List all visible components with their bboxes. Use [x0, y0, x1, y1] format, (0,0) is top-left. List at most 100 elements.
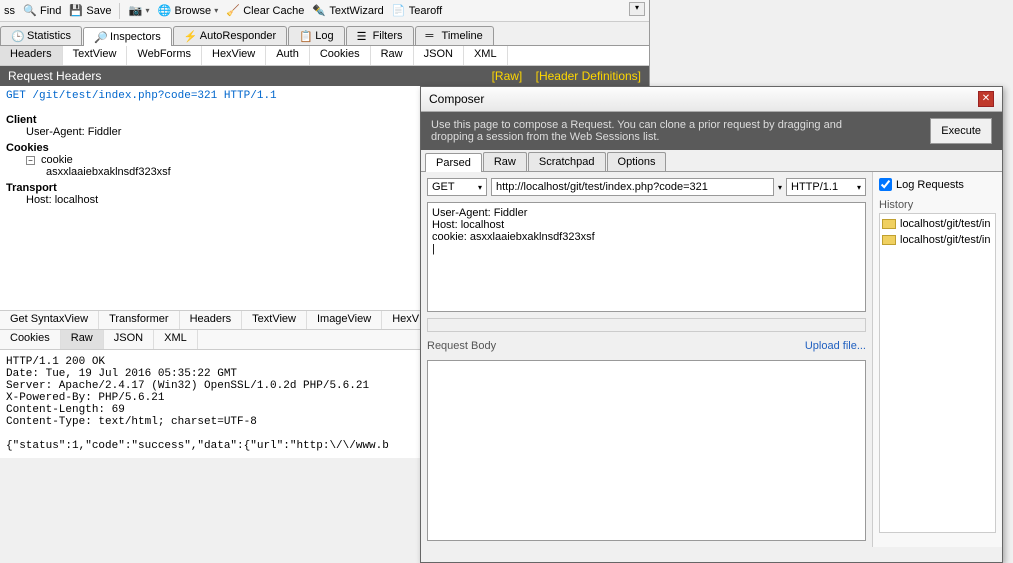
subtab-xml[interactable]: XML [464, 46, 508, 65]
composer-banner: Use this page to compose a Request. You … [421, 112, 1002, 150]
subtab-resp-json[interactable]: JSON [104, 330, 154, 349]
save-button[interactable]: 💾 Save [69, 4, 111, 18]
textwizard-label: TextWizard [329, 5, 383, 17]
composer-tab-options[interactable]: Options [607, 152, 667, 171]
history-label: History [879, 199, 996, 211]
tearoff-icon: 📄 [392, 4, 406, 18]
ss-button[interactable]: ss [4, 5, 15, 17]
browse-button[interactable]: 🌐 Browse ▾ [158, 4, 219, 18]
protocol-select[interactable]: HTTP/1.1 ▾ [786, 178, 866, 196]
subtab-hexview[interactable]: HexView [202, 46, 266, 65]
chevron-down-icon: ▾ [478, 183, 482, 192]
tab-inspectors[interactable]: 🔎 Inspectors [83, 27, 172, 46]
log-icon: 📋 [299, 30, 311, 42]
tab-label: Inspectors [110, 31, 161, 43]
composer-tab-raw[interactable]: Raw [483, 152, 527, 171]
clearcache-icon: 🧹 [226, 4, 240, 18]
request-subtabs: Headers TextView WebForms HexView Auth C… [0, 46, 649, 66]
find-label: Find [40, 5, 61, 17]
upload-file-link[interactable]: Upload file... [805, 340, 866, 352]
tab-timeline[interactable]: ═ Timeline [415, 26, 494, 45]
log-requests-input[interactable] [879, 178, 892, 191]
tab-label: Log [315, 30, 333, 42]
history-item[interactable]: localhost/git/test/in [882, 232, 993, 248]
tab-log[interactable]: 📋 Log [288, 26, 344, 45]
save-icon: 💾 [69, 4, 83, 18]
tab-filters[interactable]: ☰ Filters [346, 26, 414, 45]
subtab-resp-headers[interactable]: Headers [180, 311, 243, 329]
chevron-down-icon: ▾ [145, 6, 149, 15]
inspector-tabs: 🕒 Statistics 🔎 Inspectors ⚡ AutoResponde… [0, 22, 649, 46]
subtab-resp-textview[interactable]: TextView [242, 311, 307, 329]
subtab-auth[interactable]: Auth [266, 46, 310, 65]
subtab-cookies[interactable]: Cookies [310, 46, 371, 65]
url-input[interactable] [491, 178, 774, 196]
subtab-resp-cookies[interactable]: Cookies [0, 330, 61, 349]
headers-textarea[interactable]: User-Agent: Fiddler Host: localhost cook… [427, 202, 866, 312]
history-icon [882, 219, 896, 229]
subtab-textview[interactable]: TextView [63, 46, 128, 65]
composer-tabs: Parsed Raw Scratchpad Options [421, 150, 1002, 172]
subtab-webforms[interactable]: WebForms [127, 46, 202, 65]
chevron-down-icon[interactable]: ▾ [778, 183, 782, 192]
method-select[interactable]: GET ▾ [427, 178, 487, 196]
textwizard-button[interactable]: ✒️ TextWizard [312, 4, 383, 18]
subtab-getsyntaxview[interactable]: Get SyntaxView [0, 311, 99, 329]
request-body-textarea[interactable] [427, 360, 866, 541]
tree-cookie-label: cookie [41, 154, 73, 166]
tearoff-label: Tearoff [409, 5, 442, 17]
filters-icon: ☰ [357, 30, 369, 42]
tab-label: Statistics [27, 30, 71, 42]
history-icon [882, 235, 896, 245]
log-requests-checkbox[interactable]: Log Requests [879, 178, 996, 191]
horizontal-scrollbar[interactable] [427, 318, 866, 332]
camera-button[interactable]: 📷 ▾ [128, 4, 149, 18]
subtab-raw[interactable]: Raw [371, 46, 414, 65]
clearcache-button[interactable]: 🧹 Clear Cache [226, 4, 304, 18]
save-label: Save [86, 5, 111, 17]
chevron-down-icon: ▾ [214, 6, 218, 15]
history-item-label: localhost/git/test/in [900, 234, 991, 246]
clearcache-label: Clear Cache [243, 5, 304, 17]
header-definitions-link[interactable]: [Header Definitions] [536, 69, 641, 83]
method-value: GET [432, 181, 455, 193]
composer-tab-scratchpad[interactable]: Scratchpad [528, 152, 606, 171]
toolbar-separator [119, 3, 120, 19]
subtab-transformer[interactable]: Transformer [99, 311, 180, 329]
history-item[interactable]: localhost/git/test/in [882, 216, 993, 232]
composer-title-label: Composer [429, 92, 484, 106]
timeline-icon: ═ [426, 30, 438, 42]
textwizard-icon: ✒️ [312, 4, 326, 18]
camera-icon: 📷 [128, 4, 142, 18]
protocol-value: HTTP/1.1 [791, 181, 838, 193]
subtab-imageview[interactable]: ImageView [307, 311, 382, 329]
collapse-icon[interactable]: − [26, 156, 35, 165]
execute-button[interactable]: Execute [930, 118, 992, 144]
tab-autoresponder[interactable]: ⚡ AutoResponder [173, 26, 287, 45]
composer-titlebar: Composer ✕ [421, 87, 1002, 112]
composer-tab-parsed[interactable]: Parsed [425, 153, 482, 172]
subtab-resp-xml[interactable]: XML [154, 330, 198, 349]
tearoff-button[interactable]: 📄 Tearoff [392, 4, 442, 18]
autoresponder-icon: ⚡ [184, 30, 196, 42]
globe-icon: 🌐 [158, 4, 172, 18]
toolbar-overflow-button[interactable]: ▾ [629, 2, 645, 16]
history-item-label: localhost/git/test/in [900, 218, 991, 230]
subtab-resp-raw[interactable]: Raw [61, 330, 104, 349]
tab-label: Timeline [442, 30, 483, 42]
raw-link[interactable]: [Raw] [492, 69, 523, 83]
request-body-label: Request Body [427, 340, 496, 352]
find-icon: 🔍 [23, 4, 37, 18]
main-toolbar: ss 🔍 Find 💾 Save 📷 ▾ 🌐 Browse ▾ 🧹 Cle [0, 0, 649, 22]
section-title: Request Headers [8, 69, 101, 83]
close-button[interactable]: ✕ [978, 91, 994, 107]
subtab-headers[interactable]: Headers [0, 46, 63, 65]
statistics-icon: 🕒 [11, 30, 23, 42]
composer-banner-text: Use this page to compose a Request. You … [431, 119, 851, 143]
composer-request-line: GET ▾ ▾ HTTP/1.1 ▾ [427, 178, 866, 196]
tab-label: Filters [373, 30, 403, 42]
subtab-json[interactable]: JSON [414, 46, 464, 65]
tab-statistics[interactable]: 🕒 Statistics [0, 26, 82, 45]
find-button[interactable]: 🔍 Find [23, 4, 61, 18]
tab-label: AutoResponder [200, 30, 276, 42]
